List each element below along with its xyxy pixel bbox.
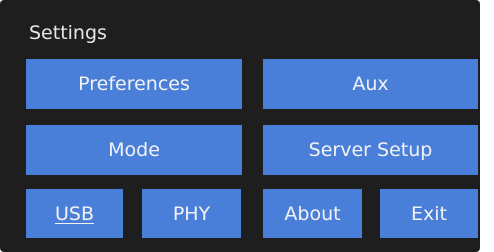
mode-button[interactable]: Mode [26,125,242,175]
server-setup-button-label: Server Setup [308,139,433,161]
about-button-label: About [284,202,341,225]
aux-button-label: Aux [352,73,389,95]
preferences-button-label: Preferences [78,73,190,95]
panel-title: Settings [29,22,107,44]
about-button[interactable]: About [263,189,362,238]
server-setup-button[interactable]: Server Setup [263,125,478,175]
preferences-button[interactable]: Preferences [26,59,242,109]
settings-window: Settings Preferences Aux Mode Server Set… [0,0,494,252]
phy-button-label: PHY [172,202,211,225]
aux-button[interactable]: Aux [263,59,478,109]
settings-panel: Settings Preferences Aux Mode Server Set… [0,0,480,252]
usb-button-label: USB [54,202,94,225]
exit-button[interactable]: Exit [380,189,478,238]
usb-button[interactable]: USB [26,189,123,238]
exit-button-label: Exit [411,202,447,225]
phy-button[interactable]: PHY [142,189,241,238]
mode-button-label: Mode [108,139,160,161]
